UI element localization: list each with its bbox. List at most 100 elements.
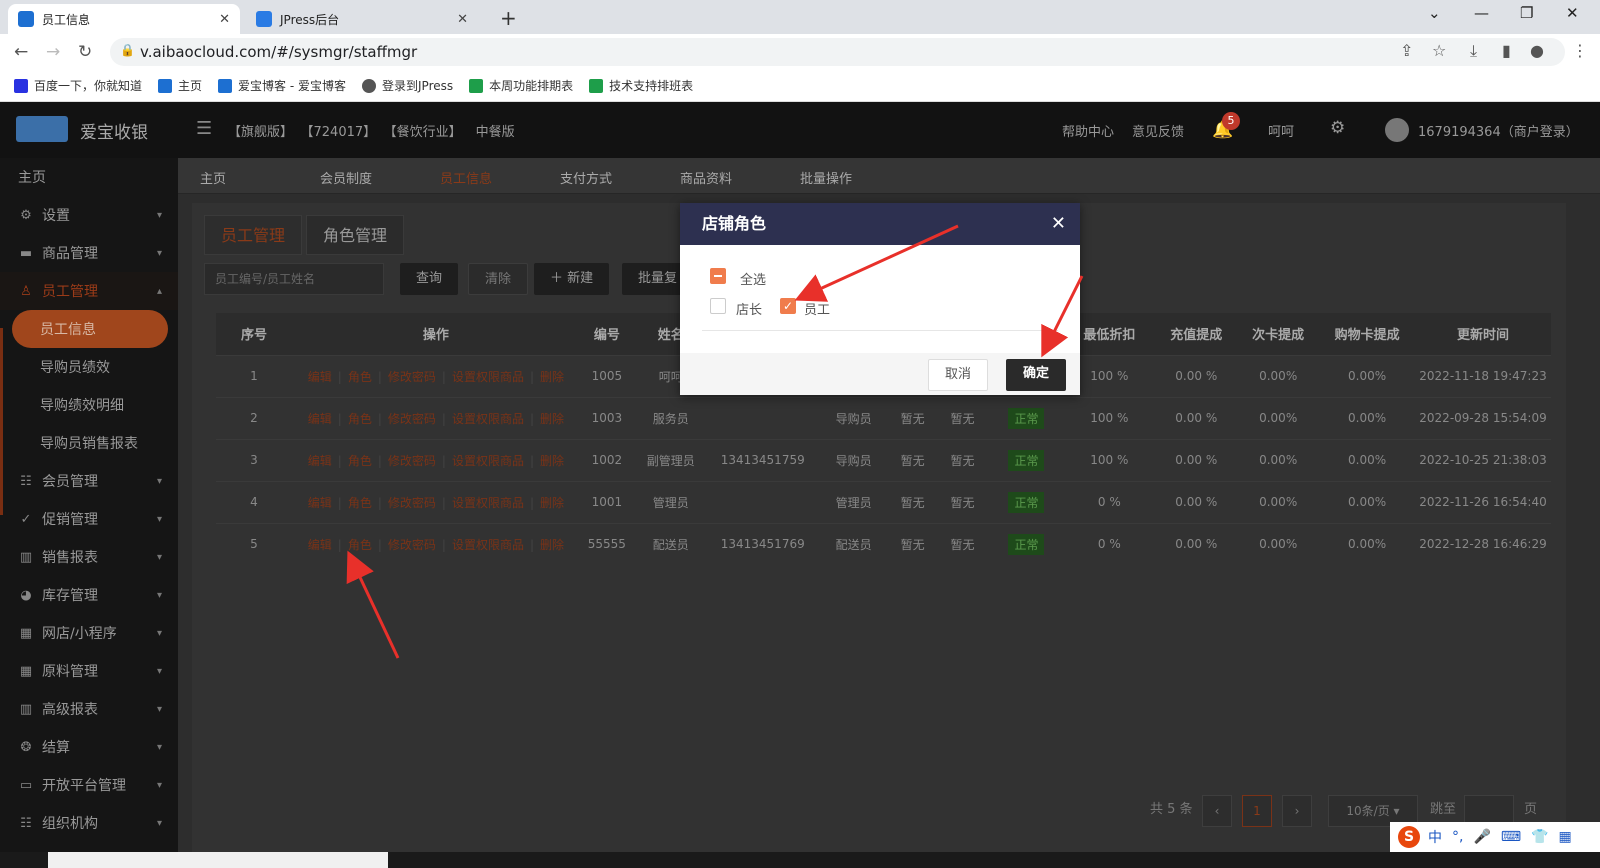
share-icon[interactable]: ⇪ bbox=[1400, 41, 1413, 60]
back-icon[interactable]: ← bbox=[14, 42, 28, 62]
edit-link[interactable]: 编辑 bbox=[308, 412, 332, 426]
next-page-icon[interactable]: › bbox=[1282, 795, 1312, 827]
reload-icon[interactable]: ↻ bbox=[78, 42, 92, 62]
avatar[interactable] bbox=[1385, 118, 1409, 142]
sidebar-item-shop[interactable]: ▦ 网店/小程序 ▾ bbox=[0, 614, 178, 652]
forward-icon[interactable]: → bbox=[46, 42, 60, 62]
role-manager-label[interactable]: 店长 bbox=[736, 299, 762, 318]
sidebar-item-sales[interactable]: ▥ 销售报表 ▾ bbox=[0, 538, 178, 576]
tab-role-manage[interactable]: 角色管理 bbox=[306, 215, 405, 255]
role-link[interactable]: 角色 bbox=[348, 496, 372, 510]
sidebar-item-adv-report[interactable]: ▥ 高级报表 ▾ bbox=[0, 690, 178, 728]
change-password-link[interactable]: 修改密码 bbox=[388, 496, 436, 510]
set-permission-link[interactable]: 设置权限商品 bbox=[452, 412, 524, 426]
sidebar-item-goods[interactable]: ▬ 商品管理 ▾ bbox=[0, 234, 178, 272]
tab-close-icon[interactable]: ✕ bbox=[457, 12, 468, 27]
bookmark-item[interactable]: 本周功能排期表 bbox=[469, 77, 573, 94]
role-staff-checkbox[interactable]: ✓ bbox=[780, 298, 796, 314]
delete-link[interactable]: 删除 bbox=[540, 496, 564, 510]
bookmark-item[interactable]: 技术支持排班表 bbox=[589, 77, 693, 94]
more-menu-icon[interactable]: ⋮ bbox=[1572, 41, 1588, 60]
tab-close-icon[interactable]: ✕ bbox=[219, 12, 230, 27]
sidebar-item-guide-report[interactable]: 导购员销售报表 bbox=[0, 424, 178, 462]
tab-batch[interactable]: 批量操作 bbox=[800, 168, 852, 187]
cancel-button[interactable]: 取消 bbox=[928, 359, 988, 391]
search-input[interactable]: 员工编号/员工姓名 bbox=[204, 263, 384, 295]
prev-page-icon[interactable]: ‹ bbox=[1202, 795, 1232, 827]
sidebar-item-staff-info[interactable]: 员工信息 bbox=[12, 310, 168, 348]
minimize-icon[interactable]: — bbox=[1474, 4, 1489, 22]
change-password-link[interactable]: 修改密码 bbox=[388, 412, 436, 426]
tab-staff-info[interactable]: 员工信息 bbox=[440, 168, 492, 187]
ime-mode-label[interactable]: 中 bbox=[1428, 827, 1442, 847]
menu-toggle-icon[interactable]: ☰ bbox=[196, 118, 212, 139]
tab-staff-info[interactable]: 员工信息 ✕ bbox=[8, 4, 240, 34]
profile-icon[interactable]: ● bbox=[1530, 41, 1544, 60]
set-permission-link[interactable]: 设置权限商品 bbox=[452, 538, 524, 552]
delete-link[interactable]: 删除 bbox=[540, 370, 564, 384]
role-link[interactable]: 角色 bbox=[348, 538, 372, 552]
set-permission-link[interactable]: 设置权限商品 bbox=[452, 496, 524, 510]
role-manager-checkbox[interactable] bbox=[710, 298, 726, 314]
dialog-close-icon[interactable]: ✕ bbox=[1051, 203, 1066, 245]
mic-icon[interactable]: 🎤 bbox=[1473, 829, 1490, 845]
confirm-button[interactable]: 确定 bbox=[1006, 359, 1066, 391]
clear-button[interactable]: 清除 bbox=[468, 263, 529, 295]
tab-member-system[interactable]: 会员制度 bbox=[320, 168, 372, 187]
query-button[interactable]: 查询 bbox=[400, 263, 459, 295]
sidebar-item-guide-detail[interactable]: 导购绩效明细 bbox=[0, 386, 178, 424]
tab-staff-manage[interactable]: 员工管理 bbox=[204, 215, 303, 255]
sidebar-item-settle[interactable]: ❂ 结算 ▾ bbox=[0, 728, 178, 766]
taskbar-window[interactable] bbox=[48, 852, 388, 868]
sidepanel-icon[interactable]: ▮ bbox=[1502, 41, 1511, 60]
bookmark-item[interactable]: 百度一下，你就知道 bbox=[14, 77, 142, 94]
edit-link[interactable]: 编辑 bbox=[308, 370, 332, 384]
delete-link[interactable]: 删除 bbox=[540, 412, 564, 426]
delete-link[interactable]: 删除 bbox=[540, 538, 564, 552]
role-staff-label[interactable]: 员工 bbox=[804, 299, 830, 318]
feedback-link[interactable]: 意见反馈 bbox=[1132, 121, 1184, 140]
edit-link[interactable]: 编辑 bbox=[308, 454, 332, 468]
sidebar-item-staff[interactable]: ♙ 员工管理 ▴ bbox=[0, 272, 178, 310]
user-name[interactable]: 呵呵 bbox=[1268, 121, 1294, 140]
select-all-label[interactable]: 全选 bbox=[740, 269, 766, 288]
edit-link[interactable]: 编辑 bbox=[308, 538, 332, 552]
set-permission-link[interactable]: 设置权限商品 bbox=[452, 370, 524, 384]
page-1-button[interactable]: 1 bbox=[1242, 795, 1272, 827]
tab-goods[interactable]: 商品资料 bbox=[680, 168, 732, 187]
account-label[interactable]: 1679194364（商户登录） bbox=[1418, 121, 1579, 140]
sidebar-item-guide-perf[interactable]: 导购员绩效 bbox=[0, 348, 178, 386]
settings-gear-icon[interactable]: ⚙ bbox=[1330, 118, 1345, 138]
keyboard-icon[interactable]: ⌨ bbox=[1501, 829, 1521, 845]
change-password-link[interactable]: 修改密码 bbox=[388, 370, 436, 384]
change-password-link[interactable]: 修改密码 bbox=[388, 454, 436, 468]
sidebar-item-settings[interactable]: ⚙ 设置 ▾ bbox=[0, 196, 178, 234]
sidebar-item-open[interactable]: ▭ 开放平台管理 ▾ bbox=[0, 766, 178, 804]
select-all-checkbox[interactable] bbox=[710, 268, 726, 284]
sidebar-item-org[interactable]: ☷ 组织机构 ▾ bbox=[0, 804, 178, 842]
tab-jpress[interactable]: JPress后台 ✕ bbox=[246, 4, 478, 34]
sidebar-item-home[interactable]: 主页 bbox=[0, 158, 178, 196]
role-link[interactable]: 角色 bbox=[348, 454, 372, 468]
bookmark-star-icon[interactable]: ☆ bbox=[1432, 41, 1446, 60]
sidebar-item-stock[interactable]: ◕ 库存管理 ▾ bbox=[0, 576, 178, 614]
toolbox-icon[interactable]: ▦ bbox=[1559, 829, 1572, 845]
sidebar-item-member[interactable]: ☷ 会员管理 ▾ bbox=[0, 462, 178, 500]
edit-link[interactable]: 编辑 bbox=[308, 496, 332, 510]
new-button[interactable]: ＋ 新建 bbox=[534, 263, 610, 295]
bookmark-item[interactable]: 爱宝博客 - 爱宝博客 bbox=[218, 77, 346, 94]
close-window-icon[interactable]: ✕ bbox=[1566, 4, 1579, 22]
new-tab-button[interactable]: + bbox=[500, 6, 517, 30]
set-permission-link[interactable]: 设置权限商品 bbox=[452, 454, 524, 468]
tab-home[interactable]: 主页 bbox=[200, 168, 226, 187]
change-password-link[interactable]: 修改密码 bbox=[388, 538, 436, 552]
help-center-link[interactable]: 帮助中心 bbox=[1062, 121, 1114, 140]
url-field[interactable]: 🔒 v.aibaocloud.com/#/sysmgr/staffmgr bbox=[110, 38, 1565, 66]
tab-search-icon[interactable]: ⌄ bbox=[1428, 4, 1441, 22]
role-link[interactable]: 角色 bbox=[348, 412, 372, 426]
sidebar-item-material[interactable]: ▦ 原料管理 ▾ bbox=[0, 652, 178, 690]
role-link[interactable]: 角色 bbox=[348, 370, 372, 384]
tab-payment[interactable]: 支付方式 bbox=[560, 168, 612, 187]
download-icon[interactable]: ⤓ bbox=[1470, 41, 1477, 61]
bookmark-item[interactable]: 主页 bbox=[158, 77, 202, 94]
